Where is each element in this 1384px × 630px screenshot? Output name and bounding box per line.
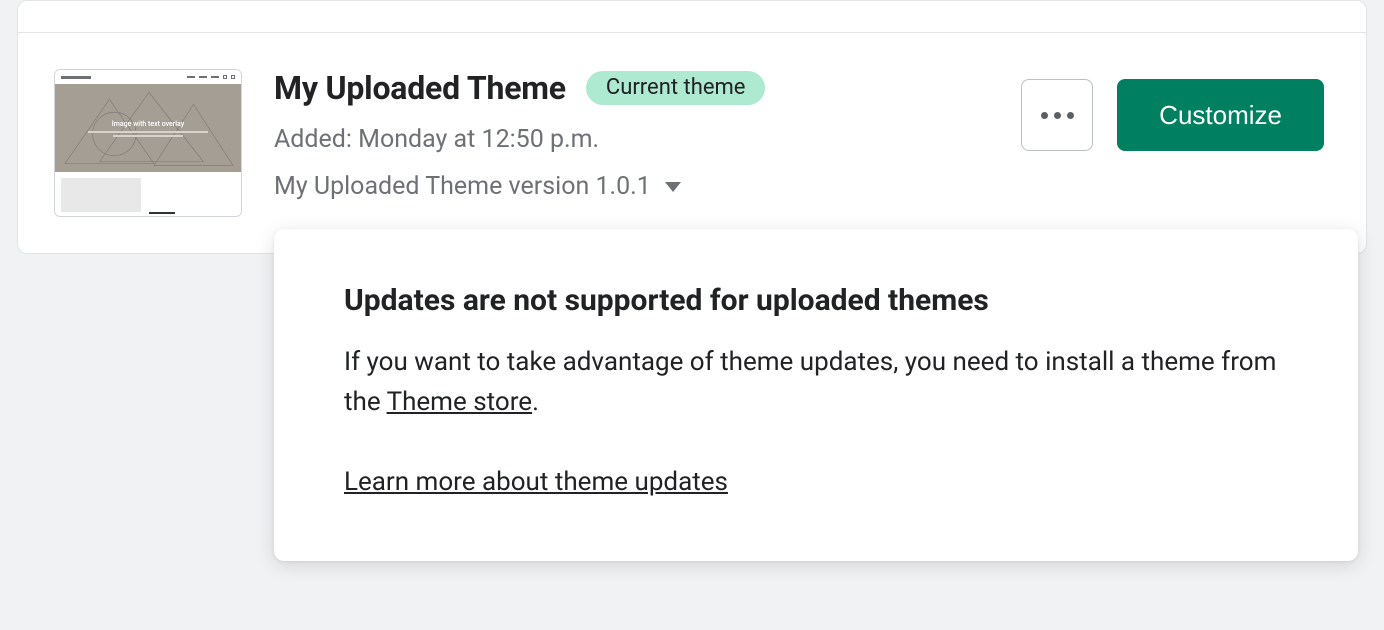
theme-row: Image with text overlay My Uploaded Them…	[18, 33, 1366, 253]
card-topbar	[18, 1, 1366, 33]
customize-button[interactable]: Customize	[1117, 79, 1324, 151]
learn-more-link[interactable]: Learn more about theme updates	[344, 467, 728, 497]
theme-version-toggle[interactable]: My Uploaded Theme version 1.0.1	[274, 172, 989, 201]
theme-title: My Uploaded Theme	[274, 69, 566, 107]
theme-thumbnail: Image with text overlay	[54, 69, 242, 217]
theme-actions: Customize	[1021, 79, 1324, 151]
thumb-hero-caption: Image with text overlay	[112, 120, 184, 128]
caret-down-icon	[665, 182, 681, 192]
popover-body: If you want to take advantage of theme u…	[344, 342, 1288, 423]
thumb-sub-image	[61, 178, 141, 212]
theme-card: Image with text overlay My Uploaded Them…	[17, 0, 1367, 254]
popover-title: Updates are not supported for uploaded t…	[344, 283, 1288, 318]
popover-body-post: .	[532, 387, 539, 417]
thumb-geometry-icon	[55, 84, 241, 172]
more-actions-button[interactable]	[1021, 79, 1093, 151]
theme-store-link[interactable]: Theme store	[387, 387, 533, 417]
thumb-hero: Image with text overlay	[55, 84, 241, 172]
current-theme-badge: Current theme	[586, 71, 766, 105]
theme-info: My Uploaded Theme Current theme Added: M…	[274, 69, 989, 201]
thumb-nav	[187, 75, 235, 79]
thumb-sub-text	[149, 178, 235, 216]
theme-version-label: My Uploaded Theme version 1.0.1	[274, 172, 651, 201]
thumb-brand	[61, 76, 91, 79]
theme-added-date: Added: Monday at 12:50 p.m.	[274, 125, 989, 154]
thumb-header	[55, 70, 241, 84]
version-popover: Updates are not supported for uploaded t…	[274, 229, 1358, 561]
dots-horizontal-icon	[1041, 112, 1074, 119]
thumb-below	[55, 172, 241, 216]
